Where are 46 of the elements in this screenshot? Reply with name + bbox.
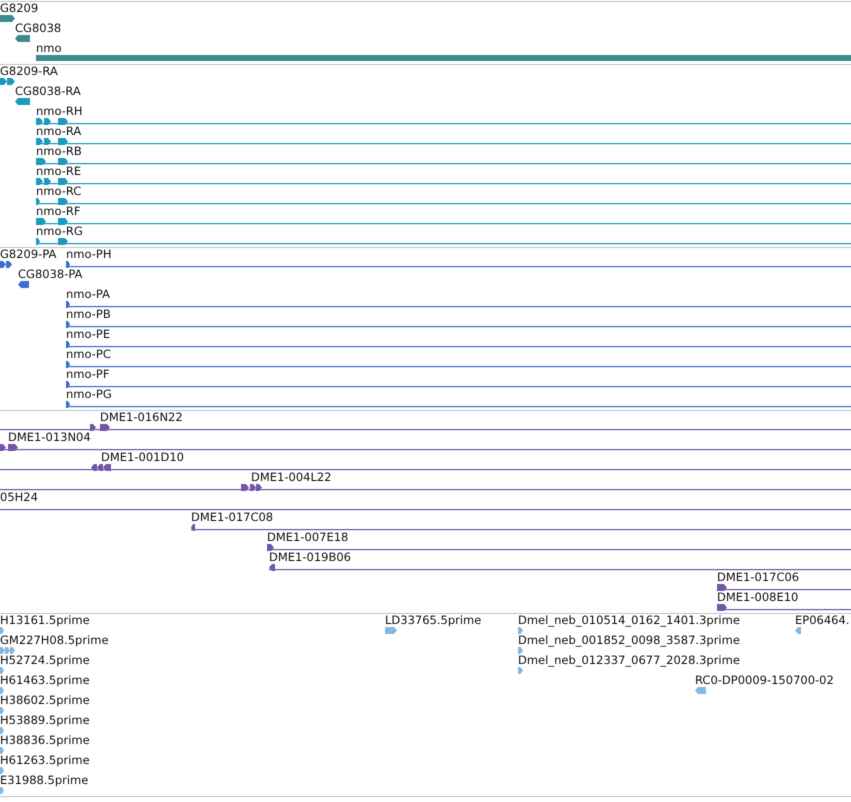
feature-label: G8209-RA [0,65,58,78]
feature-label: CG8038-PA [18,268,82,281]
feature-label: CG8038-RA [15,85,81,98]
feature-label: DME1-007E18 [267,531,348,544]
feature-label: nmo-RA [36,125,82,138]
feature-label: nmo-PH [66,248,112,261]
feature-label: Dmel_neb_010514_0162_1401.3prime [518,614,740,627]
feature-label: nmo-PF [66,368,110,381]
feature-label: DME1-008E10 [717,591,798,604]
feature-label: H61263.5prime [0,754,90,767]
feature-label: H53889.5prime [0,714,90,727]
feature-label: DME1-017C06 [717,571,800,584]
feature-label: nmo-PA [66,288,110,301]
feature-label: H52724.5prime [0,654,90,667]
feature-label: nmo-PE [66,328,110,341]
feature-label: nmo [36,42,62,55]
feature-label: nmo-PG [66,388,112,401]
feature-label: LD33765.5prime [385,614,482,627]
feature-label: H38602.5prime [0,694,90,707]
feature-label: nmo-PC [66,348,111,361]
feature-label: 05H24 [0,491,38,504]
feature-label: CG8038 [15,22,62,35]
feature-label: nmo-RH [36,105,83,118]
feature-label: GM227H08.5prime [0,634,109,647]
feature-label: DME1-004L22 [251,471,332,484]
feature-label: G8209 [0,2,38,15]
feature-label: nmo-RG [36,225,83,238]
feature-label: DME1-016N22 [100,411,183,424]
feature-label: nmo-RC [36,185,82,198]
feature-label: nmo-RF [36,205,80,218]
feature-label: G8209-PA [0,248,56,261]
feature-label: H61463.5prime [0,674,90,687]
feature-label: Dmel_neb_001852_0098_3587.3prime [518,634,740,647]
feature-label: RC0-DP0009-150700-02 [695,674,834,687]
feature-label: EP06464. [795,614,850,627]
feature-label: H13161.5prime [0,614,90,627]
feature-label: DME1-019B06 [269,551,351,564]
feature-label: nmo-RB [36,145,82,158]
feature-label: H38836.5prime [0,734,90,747]
feature-label: E31988.5prime [0,774,88,787]
feature-label: nmo-PB [66,308,111,321]
feature-label: nmo-RE [36,165,82,178]
feature-label: DME1-013N04 [8,431,91,444]
feature-label: DME1-017C08 [191,511,274,524]
feature-label: DME1-001D10 [101,451,184,464]
feature-label: Dmel_neb_012337_0677_2028.3prime [518,654,740,667]
